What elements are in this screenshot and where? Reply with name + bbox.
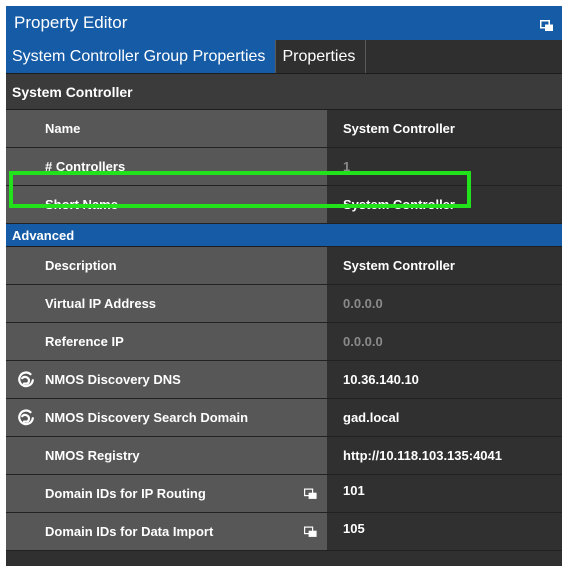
label-text: Reference IP — [45, 334, 124, 349]
property-label: NMOS Discovery Search Domain — [6, 399, 327, 436]
multi-value-icon[interactable] — [304, 488, 317, 499]
property-label: # Controllers — [6, 148, 327, 185]
property-label: Reference IP — [6, 323, 327, 360]
value-text: http://10.118.103.135:4041 — [343, 448, 502, 463]
tab-system-controller-group-properties[interactable]: System Controller Group Properties — [6, 40, 277, 73]
property-value[interactable]: System Controller — [327, 186, 562, 223]
window-title: Property Editor — [14, 13, 128, 32]
multi-value-icon[interactable] — [304, 526, 317, 537]
property-label: Virtual IP Address — [6, 285, 327, 322]
property-label: Name — [6, 110, 327, 147]
property-label: Description — [6, 247, 327, 284]
value-text: System Controller — [343, 258, 455, 273]
value-text: System Controller — [343, 121, 455, 136]
label-text: NMOS Registry — [45, 448, 140, 463]
value-text: 0.0.0.0 — [343, 296, 383, 311]
property-row-short-name: Short Name System Controller — [6, 186, 562, 224]
nmos-icon — [18, 370, 34, 387]
property-value[interactable]: System Controller — [327, 110, 562, 147]
value-text: 10.36.140.10 — [343, 372, 419, 387]
property-label: Short Name — [6, 186, 327, 223]
section-title: System Controller — [12, 83, 133, 100]
property-row-virtual-ip: Virtual IP Address 0.0.0.0 — [6, 285, 562, 323]
tab-properties[interactable]: Properties — [276, 40, 367, 73]
section-title: Advanced — [12, 227, 75, 243]
tab-label: System Controller Group Properties — [12, 47, 266, 65]
property-row-controllers: # Controllers 1 — [6, 148, 562, 186]
property-row-domain-ids-data-import: Domain IDs for Data Import 105 — [6, 513, 562, 551]
nmos-icon — [18, 408, 34, 425]
label-text: Name — [45, 121, 81, 136]
value-text: 0.0.0.0 — [343, 334, 383, 349]
value-text: System Controller — [343, 197, 455, 212]
tab-label: Properties — [282, 47, 356, 65]
property-label: NMOS Discovery DNS — [6, 361, 327, 398]
value-text: 101 — [343, 483, 365, 498]
property-editor-panel: Property Editor System Controller Group … — [6, 6, 562, 566]
property-row-nmos-registry: NMOS Registry http://10.118.103.135:4041 — [6, 437, 562, 475]
property-row-reference-ip: Reference IP 0.0.0.0 — [6, 323, 562, 361]
property-row-name: Name System Controller — [6, 110, 562, 148]
value-text: 105 — [343, 521, 365, 536]
label-text: Domain IDs for IP Routing — [45, 486, 206, 501]
undock-window-icon[interactable] — [540, 17, 554, 31]
property-value: 1 — [327, 148, 562, 185]
label-text: Short Name — [45, 197, 118, 212]
property-value[interactable]: gad.local — [327, 399, 562, 436]
property-row-nmos-discovery-search-domain: NMOS Discovery Search Domain gad.local — [6, 399, 562, 437]
property-value[interactable]: System Controller — [327, 247, 562, 284]
property-value[interactable]: http://10.118.103.135:4041 — [327, 437, 562, 474]
property-row-nmos-discovery-dns: NMOS Discovery DNS 10.36.140.10 — [6, 361, 562, 399]
property-value: 0.0.0.0 — [327, 323, 562, 360]
label-text: NMOS Discovery DNS — [45, 372, 181, 387]
label-text: Virtual IP Address — [45, 296, 157, 311]
value-text: gad.local — [343, 410, 400, 425]
property-value[interactable]: 10.36.140.10 — [327, 361, 562, 398]
property-label: Domain IDs for IP Routing — [6, 475, 327, 512]
property-label: NMOS Registry — [6, 437, 327, 474]
property-value[interactable]: 101 — [327, 475, 562, 512]
tab-strip: System Controller Group Properties Prope… — [6, 40, 562, 74]
title-bar: Property Editor — [6, 6, 562, 40]
label-text: Domain IDs for Data Import — [45, 524, 214, 539]
screenshot-frame: Property Editor System Controller Group … — [0, 0, 567, 571]
property-value[interactable]: 105 — [327, 513, 562, 550]
property-label: Domain IDs for Data Import — [6, 513, 327, 550]
section-header-advanced[interactable]: Advanced — [6, 224, 562, 247]
label-text: NMOS Discovery Search Domain — [45, 410, 249, 425]
value-text: 1 — [343, 159, 351, 174]
label-text: # Controllers — [45, 159, 126, 174]
property-value: 0.0.0.0 — [327, 285, 562, 322]
property-row-description: Description System Controller — [6, 247, 562, 285]
property-row-domain-ids-ip-routing: Domain IDs for IP Routing 101 — [6, 475, 562, 513]
section-header-system-controller[interactable]: System Controller — [6, 74, 562, 110]
label-text: Description — [45, 258, 117, 273]
